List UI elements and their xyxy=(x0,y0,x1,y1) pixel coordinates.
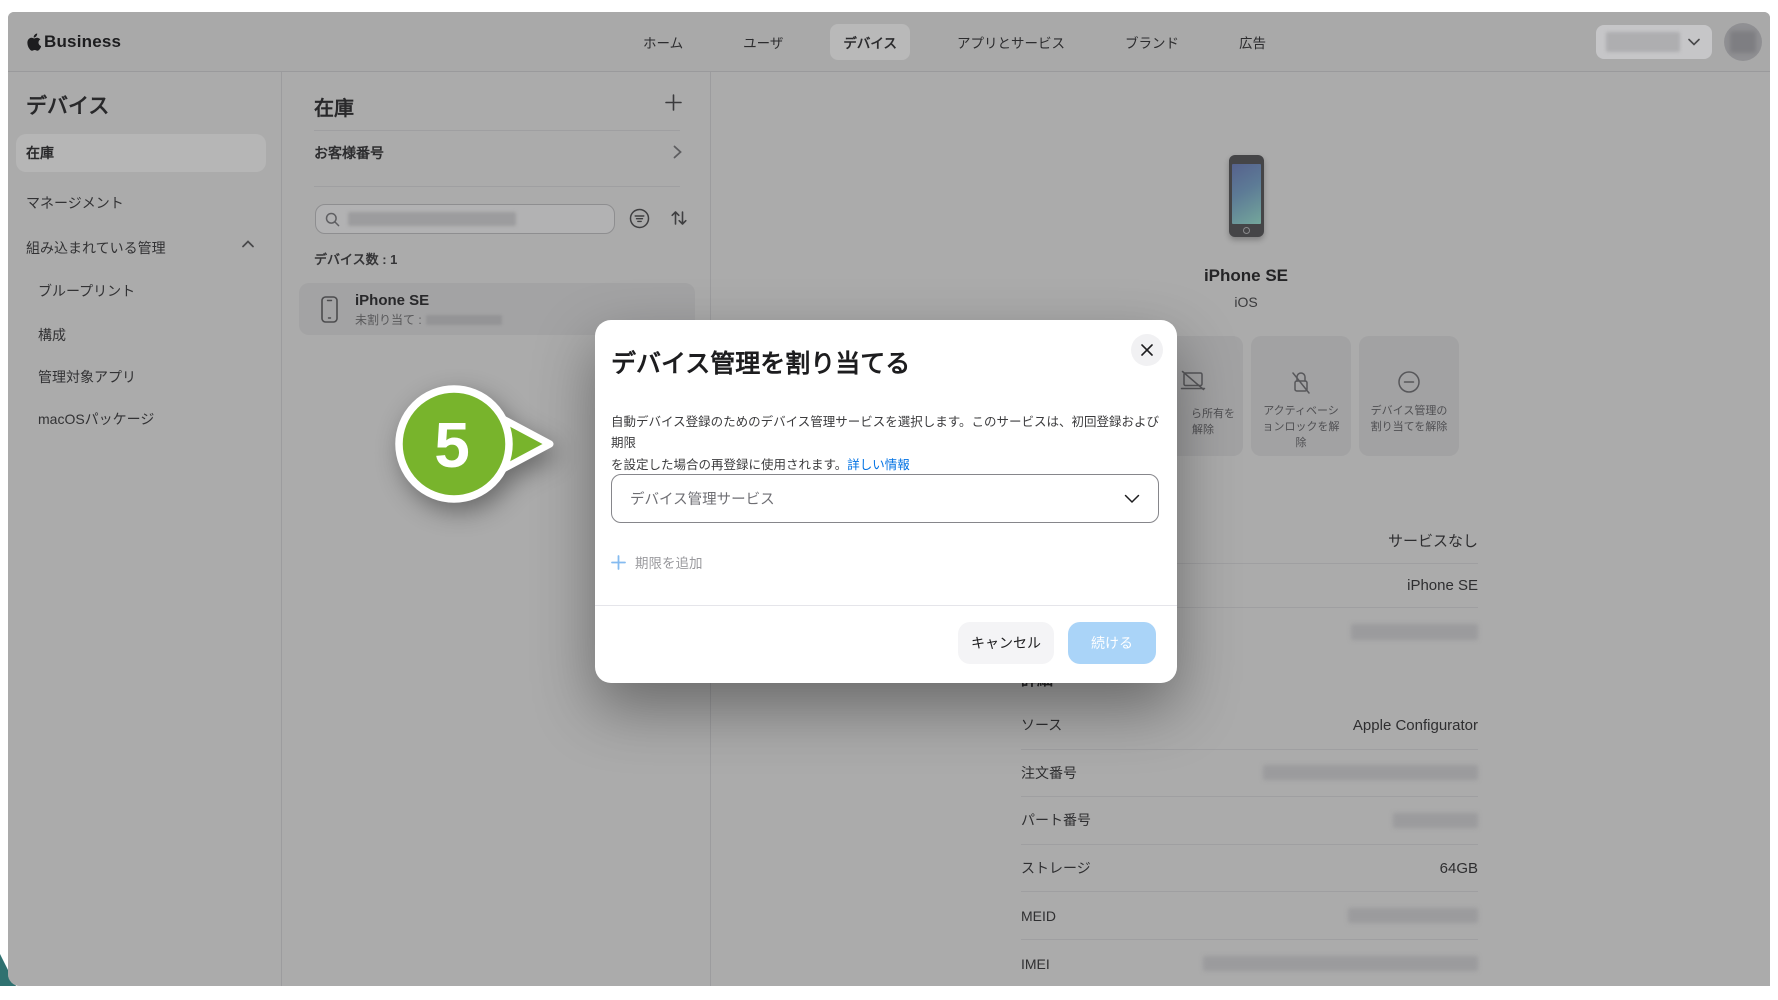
action-remove-mdm-assignment[interactable]: デバイス管理の 割り当てを解除 xyxy=(1359,336,1459,456)
customer-number-row[interactable]: お客様番号 xyxy=(314,143,384,163)
nav-brands[interactable]: ブランド xyxy=(1112,24,1192,60)
sidebar-item-config[interactable]: 構成 xyxy=(38,325,66,345)
nav-apps-services[interactable]: アプリとサービス xyxy=(944,24,1078,60)
step-number: 5 xyxy=(434,409,470,481)
phone-icon xyxy=(321,296,338,323)
summary-serial-redacted xyxy=(1351,624,1478,640)
assign-mdm-dialog: デバイス管理を割り当てる 自動デバイス登録のためのデバイス管理サービスを選択しま… xyxy=(595,320,1177,683)
order-number-redacted xyxy=(1263,765,1478,780)
learn-more-link[interactable]: 詳しい情報 xyxy=(847,458,910,472)
nav-devices[interactable]: デバイス xyxy=(830,24,910,60)
sort-icon[interactable] xyxy=(669,208,689,228)
nav-users[interactable]: ユーザ xyxy=(730,24,796,60)
device-os: iOS xyxy=(1146,294,1346,310)
sidebar-item-blueprint[interactable]: ブループリント xyxy=(38,281,135,301)
device-title: iPhone SE xyxy=(1146,266,1346,286)
add-device-button[interactable] xyxy=(665,94,682,111)
device-serial-redacted xyxy=(426,315,502,325)
dialog-title: デバイス管理を割り当てる xyxy=(611,344,910,380)
dialog-description: 自動デバイス登録のためのデバイス管理サービスを選択します。このサービスは、初回登… xyxy=(611,412,1163,476)
release-ownership-icon xyxy=(1180,370,1206,392)
select-placeholder: デバイス管理サービス xyxy=(630,488,775,509)
nav-ads[interactable]: 広告 xyxy=(1226,24,1279,60)
action-label: デバイス管理の 割り当てを解除 xyxy=(1363,404,1455,436)
close-icon xyxy=(1140,343,1154,357)
details-table: ソース Apple Configurator 注文番号 パート番号 ストレージ … xyxy=(1021,702,1478,986)
step-annotation-badge: 5 xyxy=(378,364,568,542)
home-button xyxy=(1243,227,1250,234)
table-row: MEID xyxy=(1021,892,1478,940)
top-navbar: Business ホーム ユーザ デバイス アプリとサービス ブランド 広告 xyxy=(8,12,1770,72)
account-name-redacted xyxy=(1606,32,1680,52)
part-number-redacted xyxy=(1393,813,1478,828)
continue-button[interactable]: 続ける xyxy=(1068,622,1156,664)
table-row: 注文番号 xyxy=(1021,750,1478,798)
filter-icon[interactable] xyxy=(629,208,650,229)
action-label: アクティベーシ ョンロックを解 除 xyxy=(1255,404,1347,452)
sidebar-title: デバイス xyxy=(26,90,109,120)
table-row: IMEI xyxy=(1021,940,1478,986)
sidebar-item-inventory[interactable]: 在庫 xyxy=(16,134,266,172)
imei-redacted xyxy=(1203,956,1478,971)
table-row: ソース Apple Configurator xyxy=(1021,702,1478,750)
sidebar-item-managed-apps[interactable]: 管理対象アプリ xyxy=(38,367,136,387)
add-deadline-button[interactable]: 期限を追加 xyxy=(611,552,703,572)
nav-home[interactable]: ホーム xyxy=(630,24,696,60)
chevron-down-icon xyxy=(1688,38,1700,46)
minus-circle-icon xyxy=(1397,370,1421,394)
abm-window: Business ホーム ユーザ デバイス アプリとサービス ブランド 広告 デ… xyxy=(8,12,1770,986)
summary-service-value: サービスなし xyxy=(1388,530,1478,551)
apple-logo-icon xyxy=(26,33,41,51)
mdm-service-select[interactable]: デバイス管理サービス xyxy=(611,474,1159,523)
summary-model-value: iPhone SE xyxy=(1407,577,1478,594)
device-status: 未割り当て : xyxy=(355,311,502,328)
sidebar-item-management[interactable]: マネージメント xyxy=(26,193,124,213)
sidebar-group-builtin[interactable]: 組み込まれている管理 xyxy=(26,238,166,258)
primary-nav: ホーム ユーザ デバイス アプリとサービス ブランド 広告 xyxy=(630,12,1279,72)
sidebar: デバイス 在庫 マネージメント 組み込まれている管理 ブループリント 構成 管理… xyxy=(8,72,282,986)
activation-lock-icon xyxy=(1289,370,1313,396)
brand-name: Business xyxy=(44,32,121,52)
plus-icon xyxy=(611,555,626,570)
account-menu[interactable] xyxy=(1596,25,1712,59)
inventory-title: 在庫 xyxy=(314,92,354,121)
search-input[interactable] xyxy=(315,204,615,234)
table-row: パート番号 xyxy=(1021,797,1478,845)
sidebar-item-macos-pkg[interactable]: macOSパッケージ xyxy=(38,409,154,429)
meid-redacted xyxy=(1348,908,1478,923)
action-clear-activation-lock[interactable]: アクティベーシ ョンロックを解 除 xyxy=(1251,336,1351,456)
close-button[interactable] xyxy=(1131,334,1163,366)
cancel-button[interactable]: キャンセル xyxy=(958,622,1054,664)
chevron-down-icon xyxy=(1124,494,1140,504)
chevron-up-icon[interactable] xyxy=(242,240,254,248)
chevron-right-icon[interactable] xyxy=(673,145,682,159)
device-count: デバイス数 : 1 xyxy=(314,249,397,268)
search-text-redacted xyxy=(348,212,516,226)
table-row: ストレージ 64GB xyxy=(1021,845,1478,893)
avatar[interactable] xyxy=(1724,23,1762,61)
search-icon xyxy=(325,212,340,227)
device-name: iPhone SE xyxy=(355,292,429,309)
brand-logo: Business xyxy=(26,12,121,72)
device-image xyxy=(1229,155,1264,237)
